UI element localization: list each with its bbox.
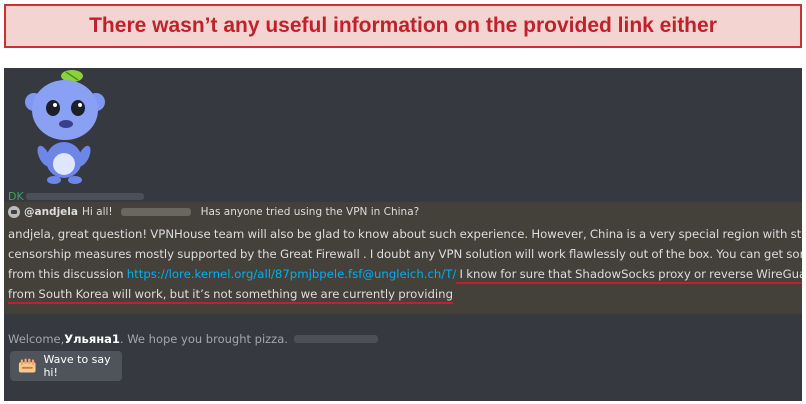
author-timestamp-redacted (26, 193, 144, 200)
message-line-4-highlight: from South Korea will work, but it’s not… (8, 287, 453, 301)
wave-sticker-icon (18, 358, 36, 373)
message-body: andjela, great question! VPNHouse team w… (8, 224, 802, 304)
wumpus-mascot-icon (25, 70, 105, 184)
message-line-2: censorship measures mostly supported by … (8, 247, 802, 261)
reply-username[interactable]: @andjela (24, 206, 78, 218)
welcome-suffix: . We hope you brought pizza. (119, 332, 288, 346)
reply-question: Has anyone tried using the VPN in China? (200, 206, 420, 218)
annotation-banner: There wasn’t any useful information on t… (4, 4, 802, 48)
message-line-3-pre: from this discussion (8, 267, 127, 281)
welcome-message: Welcome, Ульяна1. We hope you brought pi… (8, 332, 378, 346)
wave-button-label: Wave to say hi! (43, 353, 111, 379)
wave-button[interactable]: Wave to say hi! (10, 351, 122, 381)
message-line-1: andjela, great question! VPNHouse team w… (8, 227, 802, 241)
banner-text: There wasn’t any useful information on t… (89, 14, 717, 37)
welcome-username[interactable]: Ульяна1 (64, 332, 120, 346)
chat-panel: DK @andjela Hi all! Has anyone tried usi… (4, 68, 802, 401)
reply-icon (8, 206, 20, 218)
message-line-4: from South Korea will work, but it’s not… (8, 284, 800, 304)
welcome-prefix: Welcome, (8, 332, 65, 346)
reply-preview[interactable]: @andjela Hi all! Has anyone tried using … (8, 204, 419, 220)
discussion-link[interactable]: https://lore.kernel.org/all/87pmjbpele.f… (127, 267, 457, 281)
reply-greeting: Hi all! (81, 206, 113, 218)
message-line-3-highlight: I know for sure that ShadowSocks proxy o… (459, 267, 802, 281)
message-line-3: from this discussion https://lore.kernel… (8, 264, 802, 284)
reply-redacted-text (120, 208, 191, 216)
welcome-timestamp-redacted (293, 335, 378, 343)
